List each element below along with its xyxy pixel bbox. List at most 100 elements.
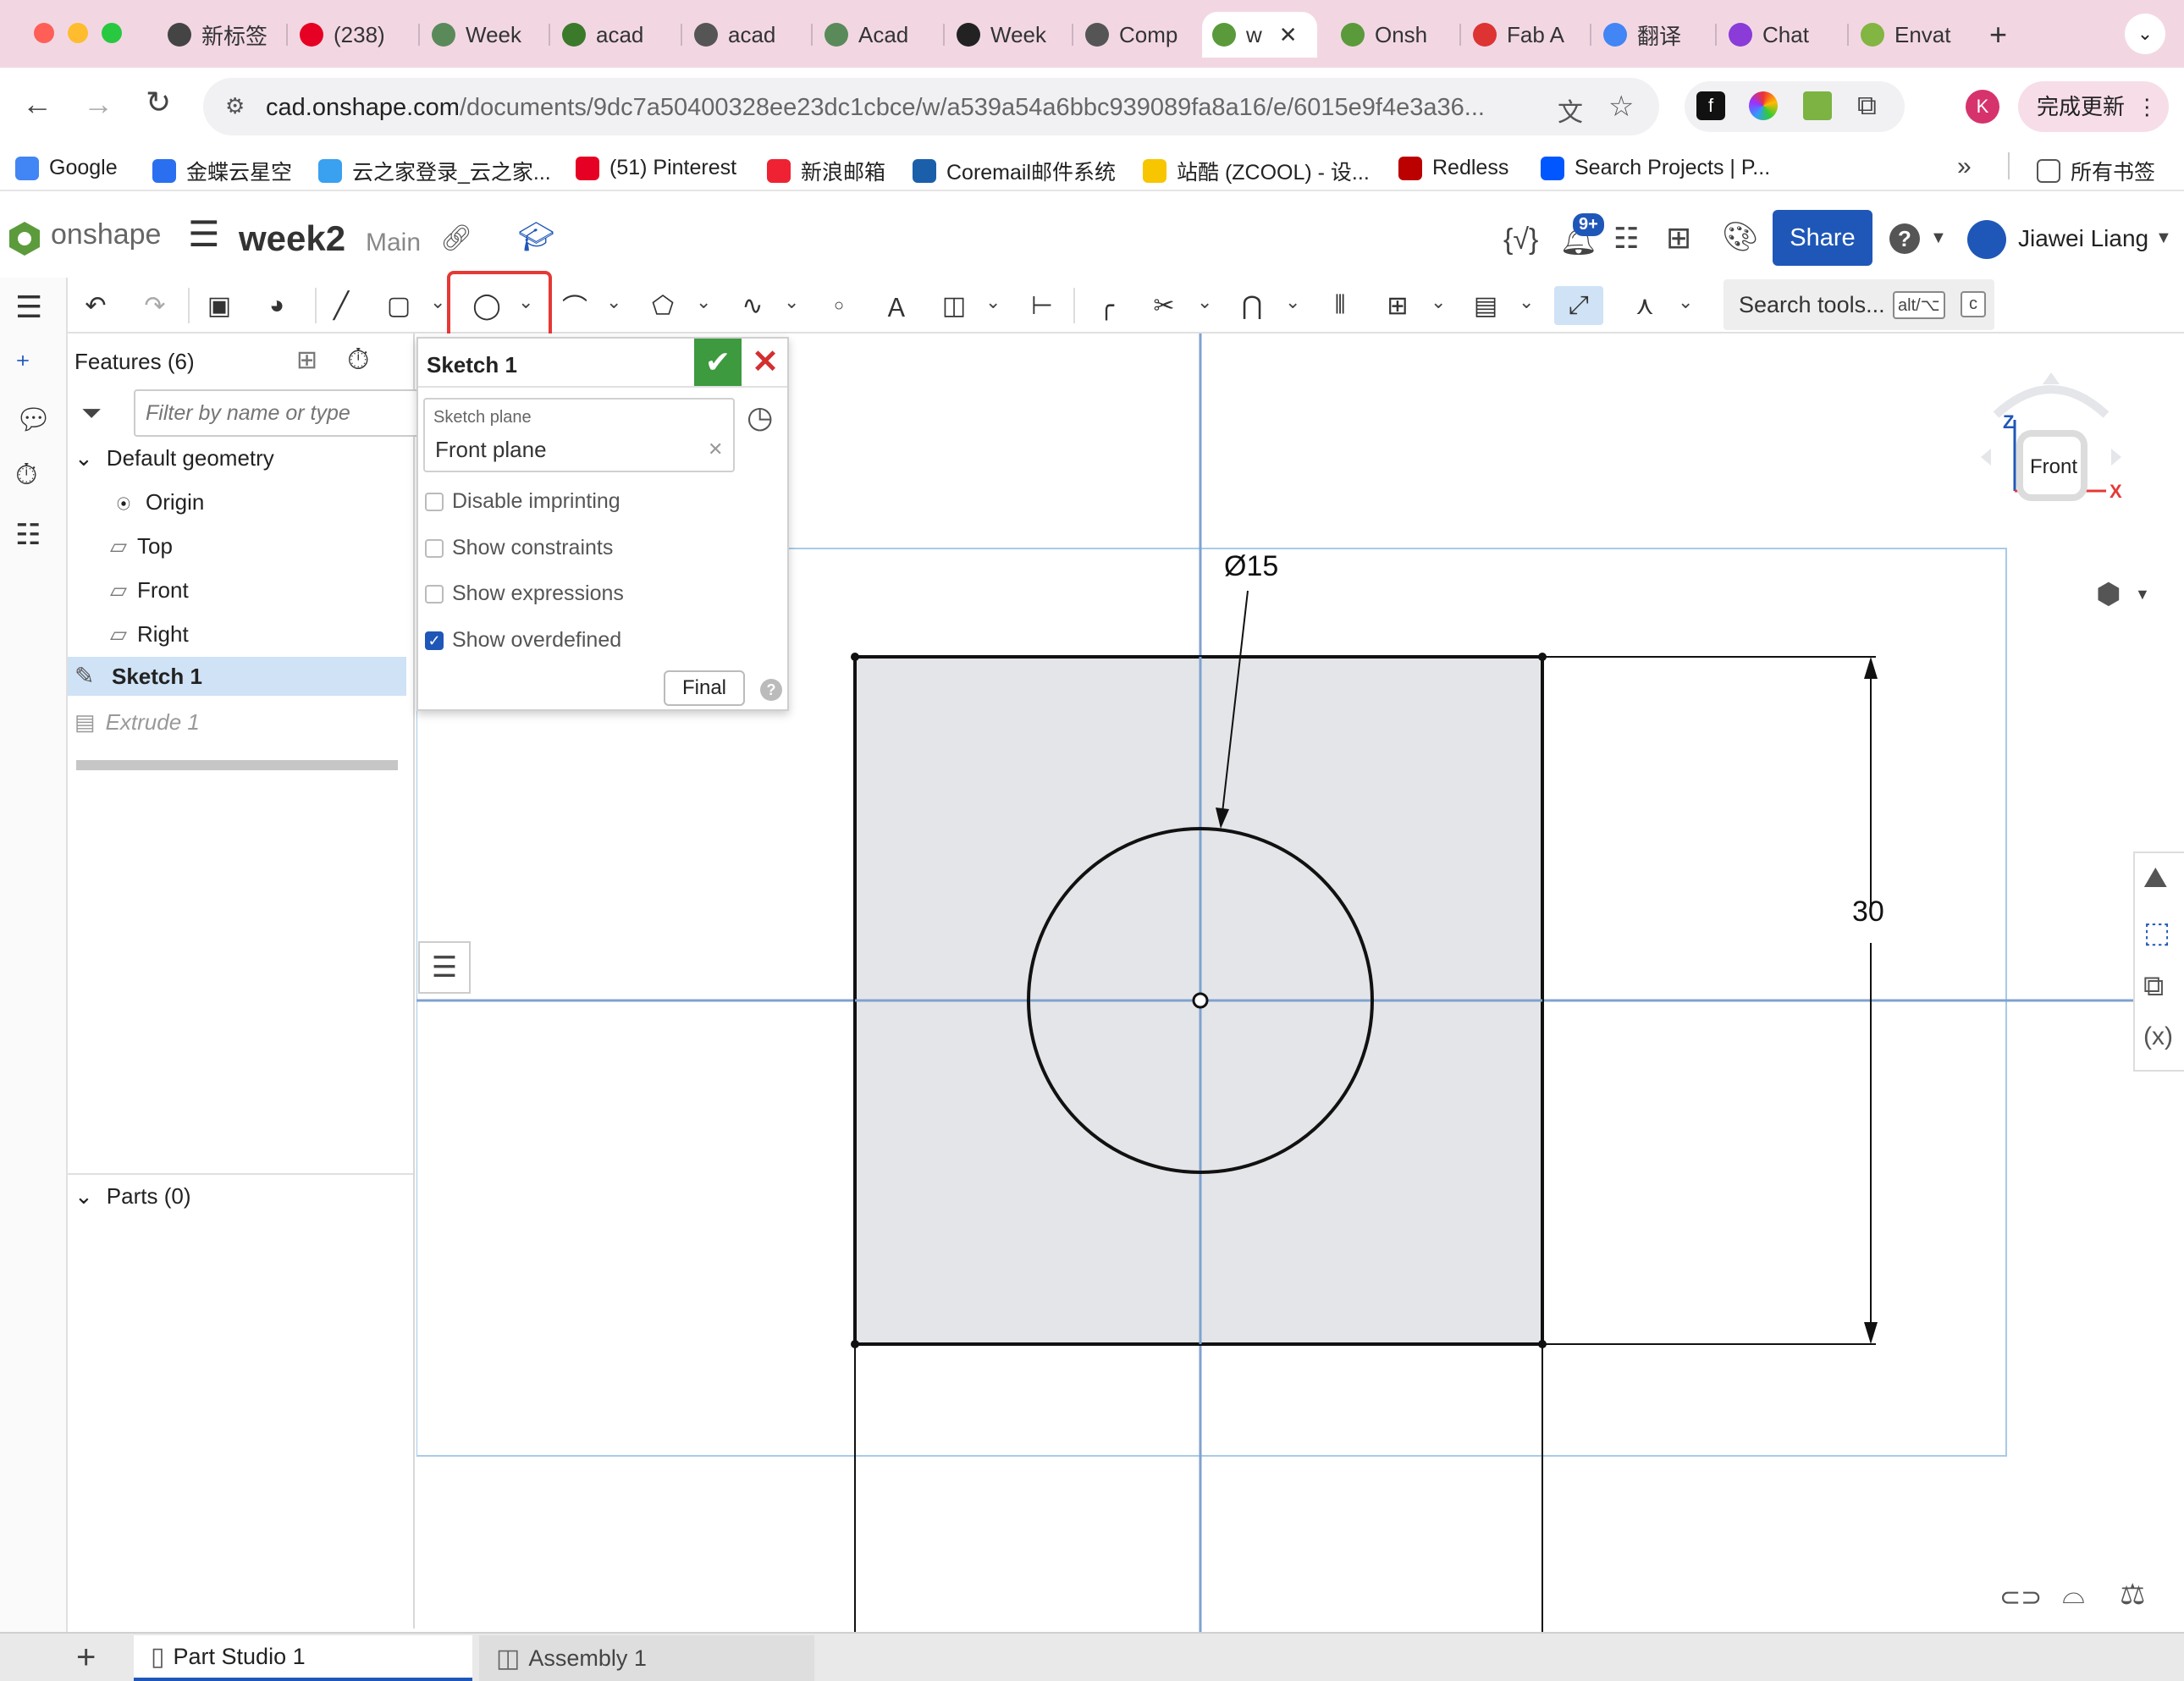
branch-name[interactable]: Main	[366, 229, 421, 257]
bookmark-item[interactable]: (51) Pinterest	[576, 156, 736, 180]
trim-tool-icon[interactable]: ✂	[1144, 286, 1183, 325]
user-avatar[interactable]	[1967, 220, 2006, 259]
browser-tab[interactable]: Comp	[1075, 12, 1192, 58]
browser-tab[interactable]: Onsh	[1331, 12, 1448, 58]
back-icon[interactable]: ←	[22, 86, 52, 122]
tree-item-front[interactable]: ▱ Front	[110, 577, 189, 604]
polygon-chevron-down-icon[interactable]: ⌄	[696, 291, 711, 313]
zoom-window-button[interactable]	[102, 23, 122, 43]
tasks-icon[interactable]: ☷	[1613, 222, 1639, 256]
dialog-help-icon[interactable]: ?	[760, 679, 782, 701]
line-tool-icon[interactable]: ╱	[322, 286, 361, 325]
browser-tab[interactable]: Week	[946, 12, 1063, 58]
fx-extension-icon[interactable]: f	[1696, 91, 1725, 120]
sketch-list-toggle-icon[interactable]: ☰	[418, 941, 471, 994]
tab-search-chevron-icon[interactable]: ⌄	[2125, 14, 2165, 54]
search-tools-input[interactable]: Search tools... alt/⌥ c	[1723, 279, 1994, 330]
configurations-icon[interactable]: ⧉	[2143, 970, 2164, 1003]
add-tab-plus-icon[interactable]: +	[76, 1639, 96, 1677]
mirror-tool-icon[interactable]: ⫴	[1321, 286, 1359, 325]
insert-icon[interactable]: ⁺	[15, 349, 30, 383]
accept-checkmark-icon[interactable]: ✔	[694, 339, 742, 386]
browser-tab[interactable]: acad	[684, 12, 801, 58]
spline-chevron-down-icon[interactable]: ⌄	[784, 291, 799, 313]
construction-chevron-down-icon[interactable]: ⌄	[985, 291, 1001, 313]
reload-icon[interactable]: ↻	[146, 85, 171, 120]
onshape-logo-icon[interactable]	[7, 220, 42, 257]
help-icon[interactable]: ?	[1889, 223, 1920, 254]
bookmark-star-icon[interactable]: ☆	[1608, 90, 1634, 124]
final-button[interactable]: Final	[664, 670, 745, 706]
bookmark-item[interactable]: Search Projects | P...	[1541, 156, 1770, 180]
mate-connector-icon[interactable]: ⬚	[2143, 916, 2170, 950]
inference-chevron-down-icon[interactable]: ⌄	[1678, 291, 1693, 313]
variables-icon[interactable]: {√}	[1503, 223, 1538, 256]
view-mode-cube-icon[interactable]: ⬢	[2096, 577, 2121, 611]
add-folder-icon[interactable]: ⊞	[296, 345, 317, 375]
link-icon[interactable]: 🔗︎	[440, 223, 472, 253]
puzzle-extensions-icon[interactable]: ⧉	[1857, 90, 1877, 122]
show-expressions-checkbox[interactable]	[425, 585, 444, 604]
bookmark-item[interactable]: 新浪邮箱	[767, 156, 885, 186]
tree-item-top[interactable]: ▱ Top	[110, 533, 173, 559]
disable-imprinting-checkbox[interactable]	[425, 493, 444, 511]
color-extension-icon[interactable]	[1749, 91, 1778, 120]
forward-icon[interactable]: →	[83, 86, 113, 122]
measure-icon[interactable]: ⌓	[2062, 1578, 2085, 1611]
bookmark-item[interactable]: 站酷 (ZCOOL) - 设...	[1143, 156, 1370, 186]
mass-properties-icon[interactable]: ⚖	[2120, 1578, 2145, 1612]
bookmark-item[interactable]: Google	[15, 156, 118, 180]
cancel-close-icon[interactable]: ✕	[742, 339, 789, 386]
dimension-tool-icon[interactable]: ⊢	[1023, 286, 1062, 325]
rectangle-chevron-down-icon[interactable]: ⌄	[430, 291, 445, 313]
image-extension-icon[interactable]	[1803, 91, 1832, 120]
undo-icon[interactable]: ↶	[76, 286, 115, 325]
view-cube[interactable]: Z X Front	[1971, 364, 2132, 525]
help-chevron-down-icon[interactable]: ▼	[1930, 229, 1947, 248]
user-name[interactable]: Jiawei Liang	[2018, 225, 2148, 252]
import-chevron-down-icon[interactable]: ⌄	[1519, 291, 1534, 313]
tree-item-origin[interactable]: ⦿ Origin	[117, 489, 204, 515]
sketch-plane-orient-icon[interactable]: ◷	[747, 400, 773, 435]
hamburger-menu-icon[interactable]: ☰	[188, 213, 220, 255]
close-window-button[interactable]	[34, 23, 54, 43]
offset-tool-icon[interactable]: ⋂	[1233, 286, 1271, 325]
browser-tab[interactable]: Envat	[1850, 12, 1967, 58]
bookmark-item[interactable]: 云之家登录_云之家...	[318, 156, 551, 186]
browser-tab[interactable]: 新标签	[157, 12, 274, 58]
appearance-panel-icon[interactable]: ⛰	[2143, 862, 2168, 895]
tree-item-right[interactable]: ▱ Right	[110, 621, 189, 648]
document-name[interactable]: week2	[239, 218, 345, 259]
tab-assembly-1[interactable]: ◫ Assembly 1	[479, 1635, 814, 1681]
translate-icon[interactable]: 文	[1558, 91, 1583, 129]
learning-center-icon[interactable]: 🎓︎	[518, 220, 554, 254]
minimize-window-button[interactable]	[68, 23, 88, 43]
pattern-chevron-down-icon[interactable]: ⌄	[1431, 291, 1446, 313]
close-tab-icon[interactable]: ✕	[1279, 22, 1298, 48]
show-constraints-checkbox[interactable]	[425, 539, 444, 558]
pattern-tool-icon[interactable]: ⊞	[1378, 286, 1417, 325]
tree-item-sketch-selected[interactable]: ✎ Sketch 1	[68, 657, 406, 696]
more-bookmarks-button[interactable]: »	[1957, 152, 1972, 181]
variable-table-icon[interactable]: (x)	[2143, 1022, 2173, 1051]
bookmark-item[interactable]: Redless	[1398, 156, 1508, 180]
new-tab-button[interactable]: +	[1989, 17, 2007, 52]
site-info-icon[interactable]: ⚙	[225, 93, 245, 119]
parts-node[interactable]: ⌄ Parts (0)	[74, 1183, 190, 1210]
offset-chevron-down-icon[interactable]: ⌄	[1285, 291, 1300, 313]
extrude-icon[interactable]: ◕	[257, 286, 296, 325]
show-overdefined-checkbox[interactable]: ✓	[425, 631, 444, 650]
all-bookmarks-button[interactable]: 所有书签	[2037, 156, 2155, 186]
trim-chevron-down-icon[interactable]: ⌄	[1197, 291, 1212, 313]
section-view-icon[interactable]: ⊂⊃	[1999, 1583, 2042, 1612]
browser-tab[interactable]: (238)	[290, 12, 406, 58]
browser-tab[interactable]: Fab A	[1463, 12, 1580, 58]
browser-tab[interactable]: 翻译	[1593, 12, 1710, 58]
bookmark-item[interactable]: Coremail邮件系统	[913, 156, 1116, 186]
browser-tab[interactable]: Acad	[814, 12, 931, 58]
appearance-icon[interactable]: 🎨︎	[1722, 220, 1758, 254]
user-menu-chevron-down-icon[interactable]: ▼	[2155, 229, 2172, 248]
browser-tab[interactable]: w ✕	[1202, 12, 1317, 58]
redo-icon[interactable]: ↷	[135, 286, 174, 325]
fillet-tool-icon[interactable]: ╭	[1087, 286, 1126, 325]
